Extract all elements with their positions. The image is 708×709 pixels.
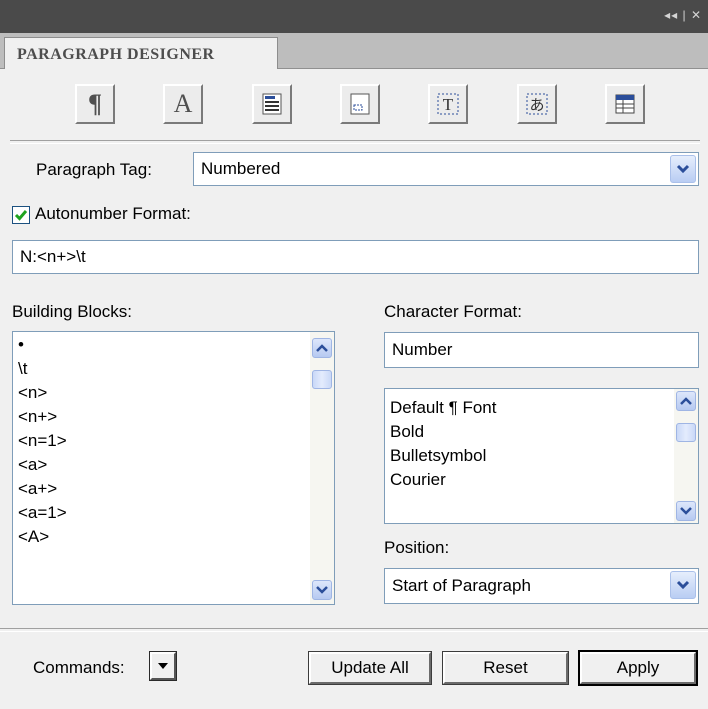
paragraph-icon[interactable]: ¶ bbox=[75, 84, 115, 124]
font-letter-glyph: A bbox=[173, 89, 193, 118]
update-all-button[interactable]: Update All bbox=[308, 651, 432, 685]
asian-glyph: あ bbox=[526, 93, 548, 115]
apply-button[interactable]: Apply bbox=[578, 650, 698, 686]
building-blocks-list[interactable]: • \t <n> <n+> <n=1> <a> <a+> <a=1> <A> bbox=[12, 331, 335, 605]
autonumber-label: Autonumber Format: bbox=[35, 204, 191, 223]
building-block-item[interactable]: <A> bbox=[13, 525, 334, 549]
character-format-item[interactable]: Bulletsymbol bbox=[385, 444, 698, 468]
table-cell-glyph bbox=[615, 94, 635, 114]
scroll-thumb[interactable] bbox=[312, 370, 332, 389]
commands-label: Commands: bbox=[33, 658, 125, 677]
building-blocks-items: • \t <n> <n+> <n=1> <a> <a+> <a=1> <A> bbox=[13, 332, 334, 549]
building-block-item[interactable]: <n> bbox=[13, 381, 334, 405]
position-select[interactable]: Start of Paragraph bbox=[384, 568, 699, 604]
advanced-icon[interactable]: T bbox=[428, 84, 468, 124]
building-block-item[interactable]: <a> bbox=[13, 453, 334, 477]
numbering-glyph bbox=[350, 93, 370, 115]
chevron-down-icon[interactable] bbox=[670, 571, 696, 599]
triangle-down-icon bbox=[158, 663, 168, 669]
autonumber-format-value: N:<n+>\t bbox=[20, 247, 86, 266]
check-icon bbox=[14, 210, 28, 221]
building-blocks-label: Building Blocks: bbox=[12, 302, 133, 321]
scroll-up-icon[interactable] bbox=[676, 391, 696, 411]
autonumber-format-input[interactable]: N:<n+>\t bbox=[12, 240, 699, 274]
character-format-item[interactable]: Default ¶ Font bbox=[385, 396, 698, 420]
building-blocks-scrollbar[interactable] bbox=[310, 332, 334, 604]
character-format-label: Character Format: bbox=[384, 302, 522, 321]
panel-title-bar bbox=[0, 0, 708, 34]
scroll-thumb[interactable] bbox=[676, 423, 696, 442]
paragraph-tag-select[interactable]: Numbered bbox=[193, 152, 699, 186]
font-icon[interactable]: A bbox=[163, 84, 203, 124]
reset-button[interactable]: Reset bbox=[442, 651, 569, 685]
position-label: Position: bbox=[384, 538, 450, 557]
advanced-glyph: T bbox=[437, 93, 459, 115]
scroll-down-icon[interactable] bbox=[676, 501, 696, 521]
numbering-icon[interactable] bbox=[340, 84, 380, 124]
chevron-down-icon[interactable] bbox=[670, 155, 696, 183]
scroll-up-icon[interactable] bbox=[312, 338, 332, 358]
building-block-item[interactable]: \t bbox=[13, 357, 334, 381]
autonumber-checkbox[interactable] bbox=[12, 206, 30, 224]
character-format-item[interactable]: Bold bbox=[385, 420, 698, 444]
panel-collapse-close-controls[interactable]: ◂◂ | ✕ bbox=[664, 8, 702, 22]
character-format-items: Default ¶ Font Bold Bulletsymbol Courier bbox=[385, 389, 698, 492]
character-format-scrollbar[interactable] bbox=[674, 389, 698, 523]
character-format-item[interactable]: Courier bbox=[385, 468, 698, 492]
character-format-input[interactable]: Number bbox=[384, 332, 699, 368]
building-block-item[interactable]: <a+> bbox=[13, 477, 334, 501]
bottom-divider bbox=[0, 628, 708, 632]
building-block-item[interactable]: <a=1> bbox=[13, 501, 334, 525]
paragraph-tag-value: Numbered bbox=[201, 159, 281, 178]
character-format-value: Number bbox=[392, 340, 453, 359]
toolbar-divider bbox=[10, 140, 700, 144]
building-block-item[interactable]: <n+> bbox=[13, 405, 334, 429]
tab-label: PARAGRAPH DESIGNER bbox=[17, 46, 215, 63]
tab-paragraph-designer[interactable]: PARAGRAPH DESIGNER bbox=[4, 37, 278, 69]
commands-menu-button[interactable] bbox=[149, 651, 177, 681]
table-cell-icon[interactable] bbox=[605, 84, 645, 124]
pagination-icon[interactable] bbox=[252, 84, 292, 124]
paragraph-tag-label: Paragraph Tag: bbox=[36, 160, 152, 179]
position-value: Start of Paragraph bbox=[392, 576, 531, 595]
svg-text:あ: あ bbox=[529, 96, 544, 114]
svg-text:T: T bbox=[443, 95, 454, 114]
asian-icon[interactable]: あ bbox=[517, 84, 557, 124]
character-format-list[interactable]: Default ¶ Font Bold Bulletsymbol Courier bbox=[384, 388, 699, 524]
building-block-item[interactable]: <n=1> bbox=[13, 429, 334, 453]
building-block-item[interactable]: • bbox=[13, 333, 334, 357]
pagination-glyph bbox=[262, 93, 282, 115]
scroll-down-icon[interactable] bbox=[312, 580, 332, 600]
pilcrow-glyph: ¶ bbox=[87, 89, 103, 118]
